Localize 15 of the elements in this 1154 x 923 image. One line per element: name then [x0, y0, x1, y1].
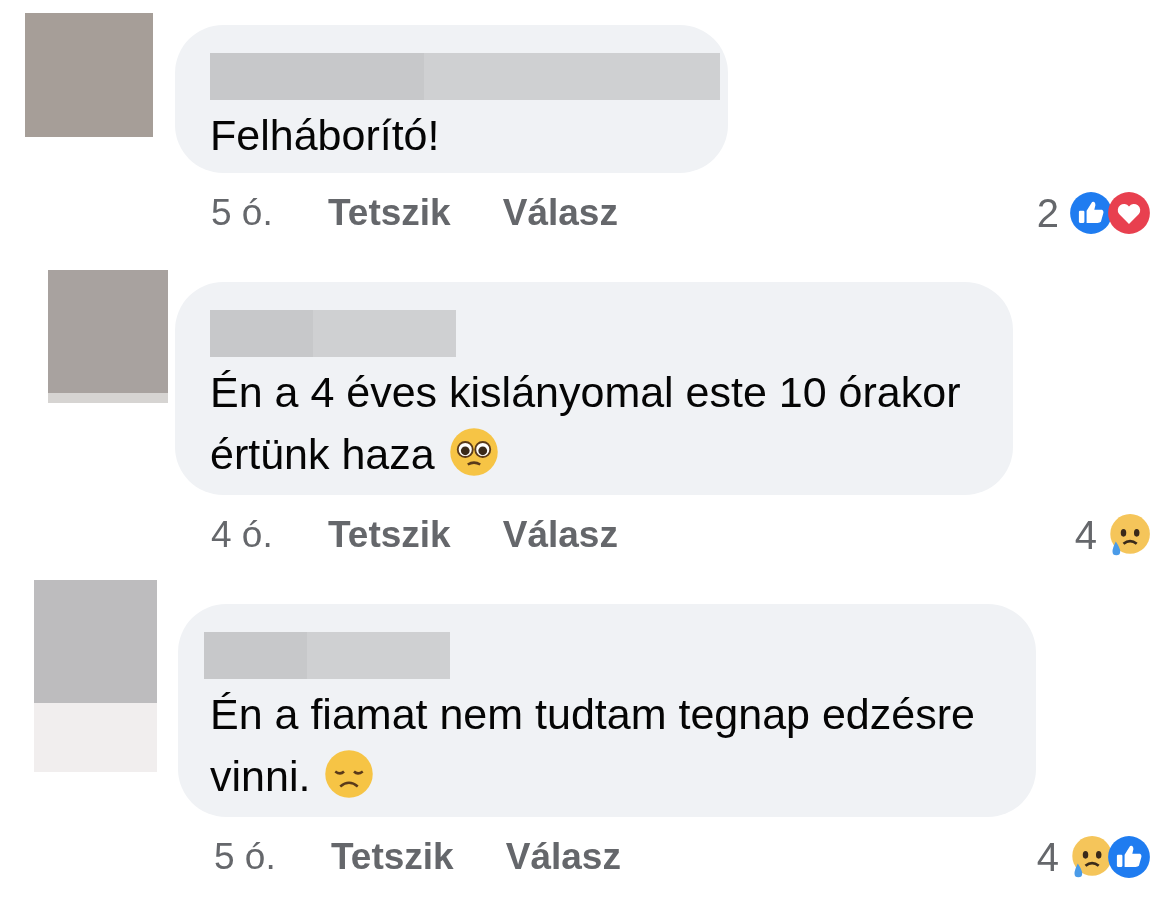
action-link[interactable]: Válasz	[502, 514, 618, 556]
reaction-count: 4	[1036, 834, 1059, 880]
comment-text: Felháborító!	[210, 110, 441, 161]
comment-text: Én a fiamat nem tudtam tegnap edzésre vinni.	[210, 689, 976, 802]
action-link[interactable]: Válasz	[505, 836, 621, 878]
comment-time: 5 ó.	[211, 192, 274, 234]
reaction-count: 4	[1074, 512, 1097, 558]
comment-time: 4 ó.	[211, 514, 274, 556]
comment-text: Én a 4 éves kislányomal este 10 órakor értünk haza	[210, 367, 962, 480]
action-link[interactable]: Tetszik	[328, 192, 451, 234]
action-link[interactable]: Tetszik	[331, 836, 454, 878]
action-link[interactable]: Válasz	[502, 192, 618, 234]
reaction-count: 2	[1036, 190, 1059, 236]
action-link[interactable]: Tetszik	[328, 514, 451, 556]
comment-time: 5 ó.	[214, 836, 277, 878]
